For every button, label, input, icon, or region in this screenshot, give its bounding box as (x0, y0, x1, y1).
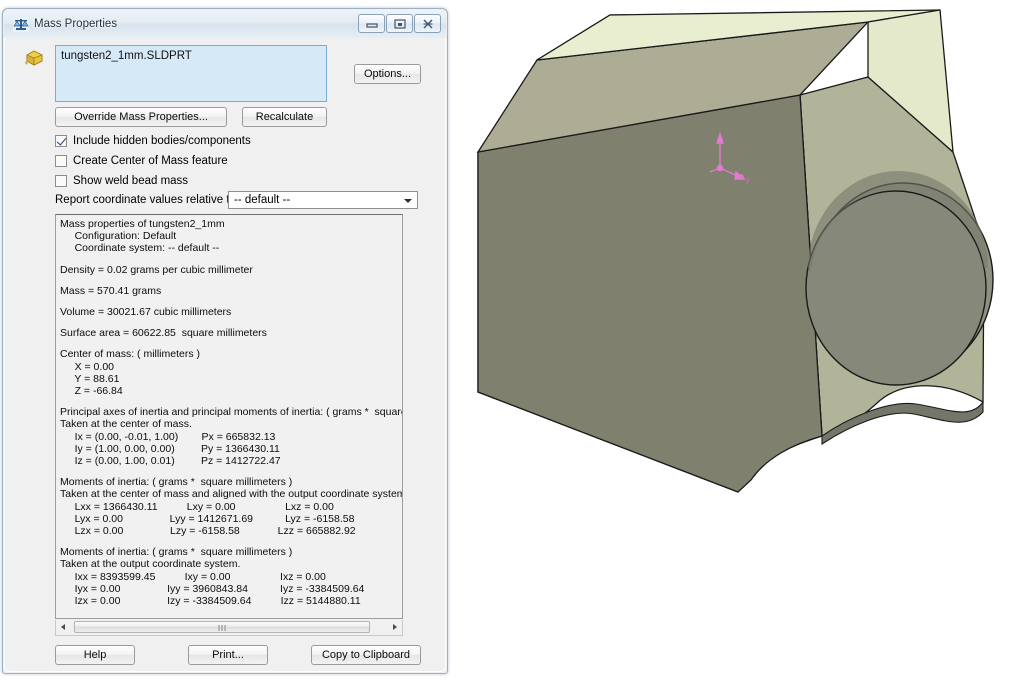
report-line: Coordinate system: -- default -- (60, 242, 220, 255)
checkbox-label: Create Center of Mass feature (73, 155, 228, 167)
print-button[interactable]: Print... (188, 645, 268, 665)
scroll-left-icon[interactable] (56, 620, 72, 634)
coordinate-system-select[interactable]: -- default -- (228, 191, 418, 209)
report-line (60, 255, 402, 264)
report-line: Lxx = 1366430.11 Lxy = 0.00 Lxz = 0.00 (60, 500, 334, 513)
report-horizontal-scrollbar[interactable] (55, 620, 403, 636)
override-mass-properties-button[interactable]: Override Mass Properties... (55, 107, 227, 127)
report-line (60, 276, 402, 285)
coordinate-combo-label: Report coordinate values relative to: (55, 194, 240, 206)
report-line (60, 318, 402, 327)
report-line: Ixx = 8393599.45 Ixy = 0.00 Ixz = 0.00 (60, 570, 326, 583)
report-line: Lzx = 0.00 Lzy = -6158.58 Lzz = 665882.9… (60, 525, 356, 538)
mass-properties-report[interactable]: Mass properties of tungsten2_1mm Configu… (55, 214, 403, 619)
model-3d-view[interactable]: y (448, 0, 1024, 682)
report-line: Moments of inertia: ( grams * square mil… (60, 476, 293, 489)
checkbox-create-center-of-mass[interactable]: Create Center of Mass feature (55, 153, 228, 169)
report-line: X = 0.00 (60, 360, 114, 373)
minimize-icon[interactable] (358, 14, 385, 33)
scales-icon (13, 16, 29, 32)
selection-list-box[interactable]: tungsten2_1mm.SLDPRT (55, 45, 327, 102)
checkbox-show-weld-bead-mass[interactable]: Show weld bead mass (55, 173, 188, 189)
scrollbar-thumb[interactable] (74, 621, 370, 633)
report-line (60, 339, 402, 348)
report-line: Lyx = 0.00 Lyy = 1412671.69 Lyz = -6158.… (60, 512, 355, 525)
report-line: Principal axes of inertia and principal … (60, 406, 402, 419)
report-line: Surface area = 60622.85 square millimete… (60, 327, 267, 340)
selected-part-name: tungsten2_1mm.SLDPRT (61, 50, 192, 62)
report-line (60, 467, 402, 476)
report-line: Iy = (1.00, 0.00, 0.00) Py = 1366430.11 (60, 442, 280, 455)
checkbox-box[interactable] (55, 135, 67, 147)
graphics-viewport[interactable]: y (448, 0, 1024, 682)
report-line: Y = 88.61 (60, 372, 120, 385)
window-title: Mass Properties (34, 18, 118, 30)
report-line: Density = 0.02 grams per cubic millimete… (60, 263, 253, 276)
checkbox-box[interactable] (55, 175, 67, 187)
report-line: Center of mass: ( millimeters ) (60, 348, 201, 361)
report-line: Iyx = 0.00 Iyy = 3960843.84 Iyz = -33845… (60, 582, 365, 595)
report-line: Ix = (0.00, -0.01, 1.00) Px = 665832.13 (60, 430, 276, 443)
checkbox-label: Include hidden bodies/components (73, 135, 251, 147)
part-icon (25, 50, 43, 66)
restore-icon[interactable] (386, 14, 413, 33)
report-line: Taken at the output coordinate system. (60, 558, 241, 571)
report-line: Mass = 570.41 grams (60, 284, 162, 297)
title-bar[interactable]: Mass Properties (4, 10, 446, 38)
report-line: Mass properties of tungsten2_1mm (60, 218, 225, 230)
report-line: Iz = (0.00, 1.00, 0.01) Pz = 1412722.47 (60, 455, 281, 468)
report-line: Taken at the center of mass. (60, 418, 192, 431)
chevron-down-icon[interactable] (404, 199, 412, 203)
report-line: Volume = 30021.67 cubic millimeters (60, 306, 232, 319)
report-text: Mass properties of tungsten2_1mm Configu… (60, 218, 403, 608)
report-line: Configuration: Default (60, 230, 177, 243)
recalculate-button[interactable]: Recalculate (242, 107, 327, 127)
report-line (60, 397, 402, 406)
coordinate-system-value: -- default -- (234, 194, 291, 206)
svg-text:y: y (746, 175, 750, 184)
report-line (60, 297, 402, 306)
model-front-face (477, 94, 823, 493)
checkbox-label: Show weld bead mass (73, 175, 189, 187)
close-icon[interactable] (414, 14, 441, 33)
report-line (60, 537, 402, 546)
report-line: Z = -66.84 (60, 385, 123, 398)
report-line: Taken at the center of mass and aligned … (60, 488, 403, 501)
report-line: Izx = 0.00 Izy = -3384509.64 Izz = 51448… (60, 595, 361, 608)
options-button[interactable]: Options... (354, 64, 421, 84)
checkbox-box[interactable] (55, 155, 67, 167)
checkbox-include-hidden-bodies[interactable]: Include hidden bodies/components (55, 133, 251, 149)
report-line: Moments of inertia: ( grams * square mil… (60, 546, 293, 559)
help-button[interactable]: Help (55, 645, 135, 665)
scrollbar-grip (218, 625, 226, 631)
copy-to-clipboard-button[interactable]: Copy to Clipboard (311, 645, 421, 665)
mass-properties-dialog: Mass Properties tungsten2_1mm.SLDPRT Opt… (2, 8, 448, 674)
scroll-right-icon[interactable] (386, 620, 402, 634)
